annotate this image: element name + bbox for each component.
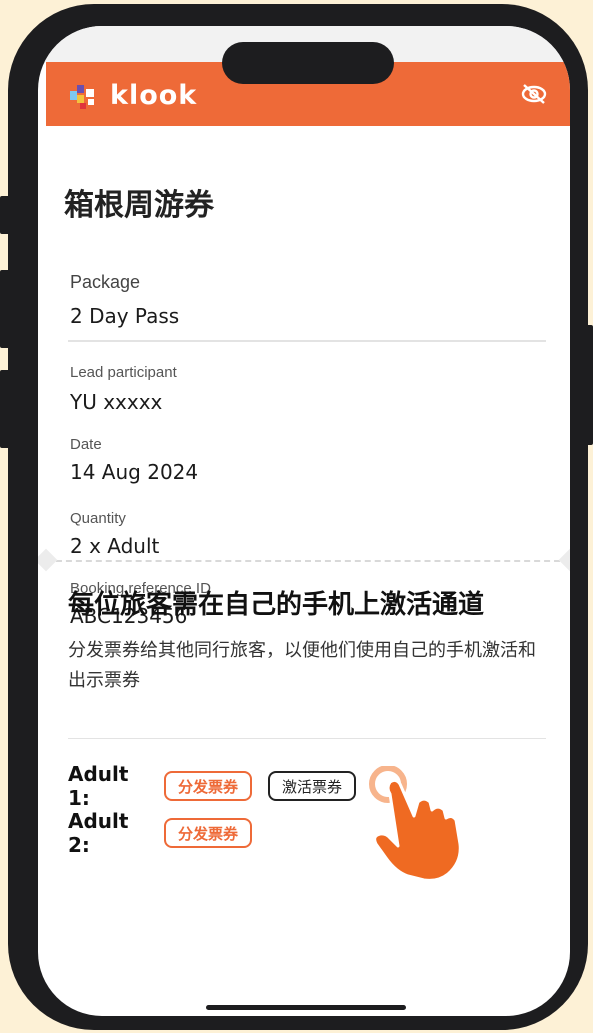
date-label: Date <box>70 436 102 453</box>
dynamic-island <box>222 42 394 84</box>
lead-participant-value: YU xxxxx <box>70 390 163 414</box>
quantity-value: 2 x Adult <box>70 534 160 558</box>
ticket-notch-left <box>38 548 58 572</box>
traveller-label: Adult 1: <box>68 762 129 810</box>
traveller-row: Adult 1: 分发票券 激活票券 <box>68 762 357 810</box>
page-title: 箱根周游券 <box>64 188 214 223</box>
klook-logo[interactable]: klook <box>68 79 197 111</box>
package-label: Package <box>70 272 141 292</box>
eye-slash-icon[interactable] <box>520 82 548 106</box>
divider <box>68 340 546 342</box>
date-value: 14 Aug 2024 <box>70 460 199 484</box>
lead-participant-label: Lead participant <box>70 364 177 381</box>
phone-screen: klook 箱根周游券 Package 2 Day Pass Lead part… <box>38 26 570 1016</box>
share-ticket-button[interactable]: 分发票券 <box>164 818 253 848</box>
share-ticket-button[interactable]: 分发票券 <box>164 771 253 801</box>
divider <box>68 738 546 739</box>
quantity-label: Quantity <box>70 510 126 527</box>
pointing-hand-icon <box>368 765 468 886</box>
activation-heading: 每位旅客需在自己的手机上激活通道 <box>68 590 485 620</box>
home-indicator <box>206 1005 406 1010</box>
ticket-perforation <box>46 560 570 562</box>
traveller-row: Adult 2: 分发票券 <box>68 809 253 857</box>
activation-description: 分发票券给其他同行旅客，以便他们使用自己的手机激活和出示票券 <box>68 640 536 691</box>
brand-name: klook <box>110 79 198 111</box>
klook-logo-icon <box>68 79 102 111</box>
ticket-notch-right <box>558 548 570 572</box>
activate-ticket-button[interactable]: 激活票券 <box>268 771 357 801</box>
traveller-label: Adult 2: <box>68 809 129 857</box>
package-value: 2 Day Pass <box>70 304 180 328</box>
phone-frame: klook 箱根周游券 Package 2 Day Pass Lead part… <box>8 4 588 1030</box>
